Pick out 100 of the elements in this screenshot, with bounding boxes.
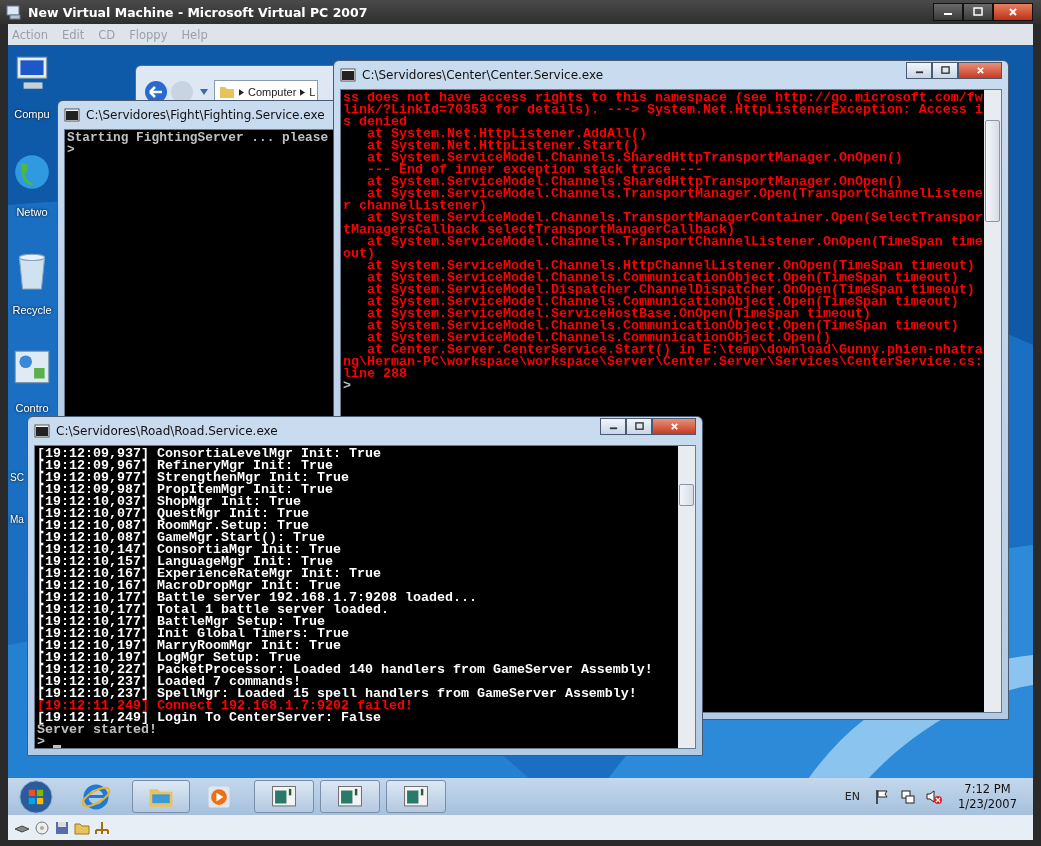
close-icon bbox=[975, 66, 985, 75]
console-line: at System.ServiceModel.Channels.TransportChannelListener.OnOpen(TimeSpan time bbox=[367, 236, 983, 248]
console-line: [19:12:09,977] StrengthenMgr Init: True bbox=[37, 472, 349, 484]
console-line: line 288 bbox=[343, 368, 407, 380]
console-line: at System.ServiceModel.Channels.SharedHttpTransportManager.OnOpen() bbox=[366, 176, 903, 188]
chevron-icon bbox=[300, 88, 306, 96]
console-line: [19:12:10,237] Loaded 7 commands! bbox=[37, 676, 301, 688]
console-line: at System.ServiceModel.ServiceHostBase.OnOpen(TimeSpan timeout) bbox=[366, 308, 871, 320]
window-title: C:\Servidores\Center\Center.Service.exe bbox=[362, 68, 604, 82]
disc-icon[interactable] bbox=[34, 819, 50, 836]
language-indicator[interactable]: EN bbox=[844, 790, 861, 803]
desktop-icon-label: Recycle bbox=[12, 303, 52, 317]
desktop-icon-label: Netwo bbox=[16, 205, 48, 219]
scrollbar-thumb[interactable] bbox=[679, 484, 694, 506]
window-title: C:\Servidores\Road\Road.Service.exe bbox=[56, 424, 278, 438]
close-icon bbox=[669, 422, 679, 431]
console-line: at System.ServiceModel.Channels.TransportManager.Open(TransportChannelListene bbox=[367, 188, 983, 200]
console-icon bbox=[336, 783, 364, 810]
start-button[interactable] bbox=[16, 778, 56, 815]
clock-date: 1/23/2007 bbox=[958, 796, 1017, 812]
console-line: > bbox=[343, 380, 351, 392]
desktop-icon-label: SC Ma bbox=[10, 471, 24, 527]
console-line: [19:12:10,077] QuestMgr Init: True bbox=[37, 508, 309, 520]
console-line: at System.ServiceModel.Channels.CommunicationObject.Open(TimeSpan timeout) bbox=[366, 272, 959, 284]
network-icon[interactable] bbox=[900, 788, 917, 805]
virtual-pc-icon bbox=[6, 4, 22, 20]
console-icon bbox=[270, 783, 298, 810]
console-line: [19:12:10,177] Battle server 192.168.1.7:9208 loaded... bbox=[37, 592, 477, 604]
console-line: [19:12:10,147] ConsortiaMgr Init: True bbox=[37, 544, 341, 556]
scrollbar-thumb[interactable] bbox=[985, 120, 1000, 222]
console-taskbar-button[interactable] bbox=[386, 780, 446, 813]
console-icon bbox=[64, 107, 80, 123]
console-line: [19:12:11,249] Connect 192.168.1.7:9202 failed! bbox=[37, 700, 413, 712]
network-icon[interactable] bbox=[94, 819, 110, 836]
console-line: r channelListener) bbox=[343, 200, 487, 212]
close-icon bbox=[1008, 7, 1018, 17]
console-line: at System.ServiceModel.Channels.TransportManagerContainer.Open(SelectTranspor bbox=[367, 212, 983, 224]
console-line: tManagersCallback selectTransportManagerCallback) bbox=[343, 224, 735, 236]
console-line: --- End of inner exception stack trace --- bbox=[366, 164, 703, 176]
minimize-button[interactable] bbox=[906, 62, 932, 79]
console-line: [19:12:10,087] RoomMgr.Setup: True bbox=[37, 520, 309, 532]
console-line: [19:12:10,157] LanguageMgr Init: True bbox=[37, 556, 333, 568]
console-line: [19:12:10,227] PacketProcessor: Loaded 140 handlers from GameServer Assembly! bbox=[37, 664, 653, 676]
console-line: s denied bbox=[343, 116, 407, 128]
console-line: > bbox=[67, 144, 75, 156]
console-line: ng\Herman-PC\workspace\workspace\Server\Center.Server\Services\CenterService.cs: bbox=[343, 356, 983, 368]
dropdown-icon[interactable] bbox=[200, 89, 208, 95]
explorer-taskbar-button[interactable] bbox=[132, 780, 190, 813]
console-line: ss does not have access rights to this namespace (see http://go.microsoft.com/fw bbox=[343, 92, 983, 104]
console-line: [19:12:10,177] BattleMgr Setup: True bbox=[37, 616, 325, 628]
console-line: [19:12:10,167] MacroDropMgr Init: True bbox=[37, 580, 341, 592]
flag-icon[interactable] bbox=[874, 788, 891, 805]
breadcrumb-item[interactable]: Computer bbox=[248, 86, 297, 98]
muted-speaker-icon[interactable] bbox=[926, 788, 943, 805]
console-line: [19:12:09,937] ConsortiaLevelMgr Init: True bbox=[37, 448, 381, 460]
clock-time: 7:12 PM bbox=[964, 781, 1011, 797]
console-line: at System.Net.HttpListener.AddAll() bbox=[366, 128, 647, 140]
maximize-button[interactable] bbox=[626, 418, 652, 435]
maximize-button[interactable] bbox=[932, 62, 958, 79]
chevron-icon bbox=[239, 88, 244, 96]
console-line: [19:12:10,087] GameMgr.Start(): True bbox=[37, 532, 325, 544]
desktop-icon-label: Contro bbox=[15, 401, 49, 415]
console-line: [19:12:10,237] SpellMgr: Loaded 15 spell handlers from GameServer Assembly! bbox=[37, 688, 637, 700]
console-line: at System.Net.HttpListener.Start() bbox=[366, 140, 639, 152]
scrollbar[interactable] bbox=[678, 446, 695, 748]
console-line: at Center.Server.CenterService.Start() in E:\temp\download\Gunny.phien-nhatra bbox=[367, 344, 983, 356]
scrollbar[interactable] bbox=[984, 90, 1001, 712]
minimize-button[interactable] bbox=[933, 3, 963, 21]
console-line: at System.ServiceModel.Dispatcher.ChannelDispatcher.OnOpen(TimeSpan timeout) bbox=[366, 284, 975, 296]
close-button[interactable] bbox=[993, 3, 1033, 21]
breadcrumb-item[interactable]: L bbox=[309, 86, 316, 98]
console-line: [19:12:10,037] ShopMgr Init: True bbox=[37, 496, 301, 508]
desktop-icon-label: Compu bbox=[14, 107, 50, 121]
console-line: [19:12:10,197] MarryRoomMgr Init: True bbox=[37, 640, 341, 652]
console-line: [19:12:09,987] PropItemMgr Init: True bbox=[37, 484, 333, 496]
console-line: [19:12:10,177] Init Global Timers: True bbox=[37, 628, 349, 640]
console-taskbar-button[interactable] bbox=[320, 780, 380, 813]
maximize-icon bbox=[634, 422, 644, 431]
console-icon bbox=[402, 783, 430, 810]
console-line: out) bbox=[343, 248, 375, 260]
console-line: link/?LinkId=70353 for details). ---> System.Net.HttpListenerException: Access i bbox=[343, 104, 983, 116]
window-title: C:\Servidores\Fight\Fighting.Service.exe bbox=[86, 108, 325, 122]
console-line: at System.ServiceModel.Channels.CommunicationObject.Open(TimeSpan timeout) bbox=[366, 296, 959, 308]
console-line: [19:12:10,197] LogMgr Setup: True bbox=[37, 652, 301, 664]
console-line: at System.ServiceModel.Channels.CommunicationObject.Open(TimeSpan timeout) bbox=[366, 320, 959, 332]
text-cursor bbox=[53, 745, 61, 748]
console-line: [19:12:09,967] RefineryMgr Init: True bbox=[37, 460, 333, 472]
console-icon bbox=[340, 67, 356, 83]
console-line: Server started! bbox=[37, 724, 157, 736]
window-title: New Virtual Machine - Microsoft Virtual PC 2007 bbox=[28, 4, 369, 20]
console-line: at System.ServiceModel.Channels.SharedHttpTransportManager.OnOpen() bbox=[366, 152, 903, 164]
console-taskbar-button[interactable] bbox=[254, 780, 314, 813]
clock[interactable]: 7:12 PM 1/23/2007 bbox=[958, 781, 1017, 812]
console-icon bbox=[34, 423, 50, 439]
maximize-button[interactable] bbox=[963, 3, 993, 21]
console-line: at System.ServiceModel.Channels.CommunicationObject.Open() bbox=[366, 332, 831, 344]
maximize-icon bbox=[940, 66, 950, 75]
minimize-button[interactable] bbox=[600, 418, 626, 435]
maximize-icon bbox=[973, 7, 983, 17]
console-line: [19:12:10,167] ExperienceRateMgr Init: True bbox=[37, 568, 381, 580]
